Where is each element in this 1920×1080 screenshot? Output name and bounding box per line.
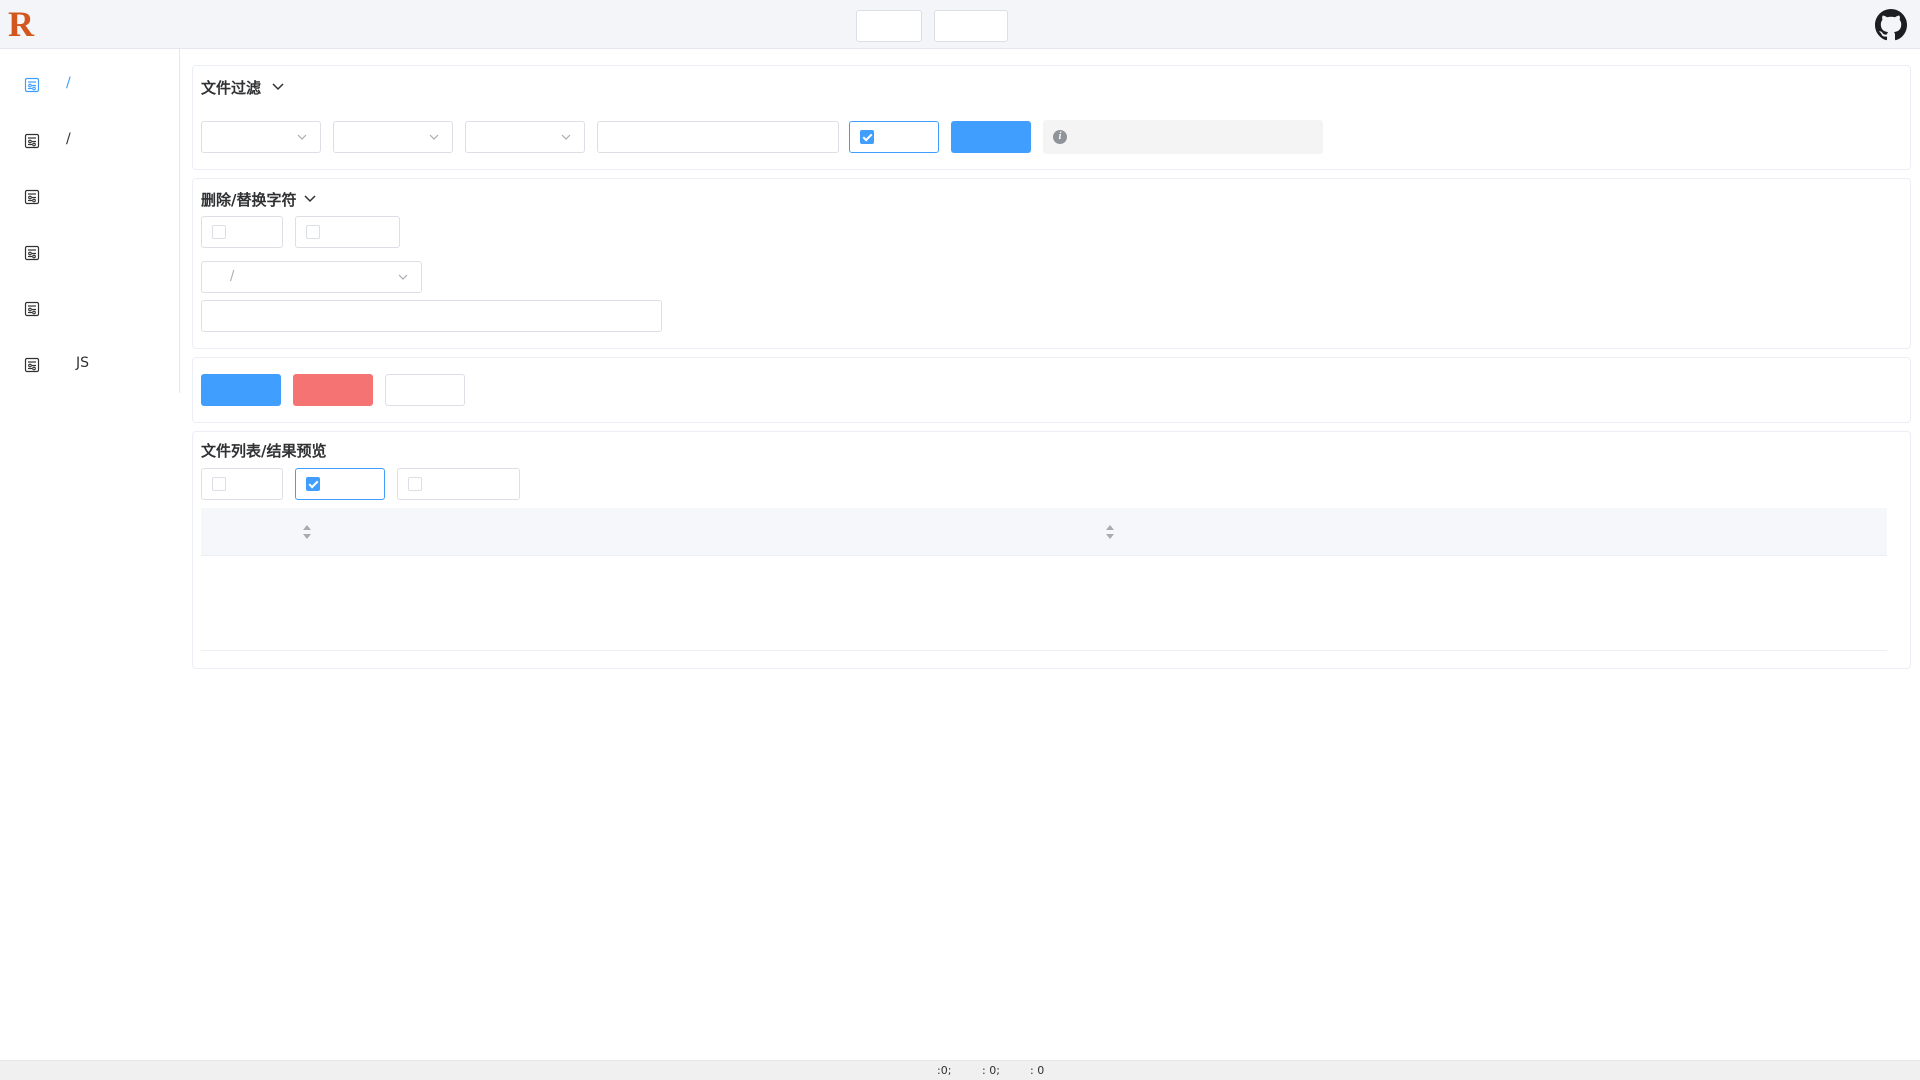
- status-stat-3: : 0: [1030, 1064, 1045, 1077]
- checkbox-icon: [212, 225, 226, 239]
- sidebar-item-6[interactable]: JS: [0, 344, 178, 384]
- status-stat-1: :0;: [937, 1064, 952, 1077]
- app-logo[interactable]: R: [8, 2, 34, 46]
- sidebar: / / JS: [0, 49, 180, 393]
- chevron-down-icon: [398, 274, 408, 280]
- header-button-2[interactable]: [934, 10, 1008, 42]
- plain-action-button[interactable]: [385, 374, 465, 406]
- replace-mode-value: /: [230, 269, 235, 284]
- replace-mode-select[interactable]: /: [201, 261, 422, 293]
- table-bottom-border: [201, 650, 1887, 651]
- tool-icon: [24, 189, 40, 205]
- replace-card: 删除/替换字符 /: [192, 178, 1911, 349]
- chevron-down-icon: [297, 134, 307, 140]
- tool-icon: [24, 357, 40, 373]
- checkbox-icon: [306, 225, 320, 239]
- sidebar-item-label: JS: [76, 355, 90, 371]
- checkbox-checked-icon: [860, 130, 874, 144]
- chevron-down-icon: [429, 134, 439, 140]
- replace-title: 删除/替换字符: [201, 191, 297, 209]
- github-icon[interactable]: [1875, 9, 1907, 41]
- sidebar-item-3[interactable]: [0, 176, 178, 216]
- sidebar-item-1[interactable]: /: [0, 64, 178, 104]
- status-stat-2: : 0;: [982, 1064, 1000, 1077]
- filter-apply-button[interactable]: [951, 121, 1031, 153]
- filter-card: 文件过滤 i: [192, 65, 1911, 170]
- preview-checkbox-2[interactable]: [295, 468, 385, 500]
- sidebar-item-4[interactable]: [0, 232, 178, 272]
- primary-action-button[interactable]: [201, 374, 281, 406]
- actions-card: [192, 357, 1911, 423]
- tool-icon: [24, 301, 40, 317]
- replace-checkbox-1[interactable]: [201, 216, 283, 248]
- preview-checkbox-1[interactable]: [201, 468, 283, 500]
- filter-select-1[interactable]: [201, 121, 321, 153]
- preview-title: 文件列表/结果预览: [201, 442, 327, 460]
- replace-input[interactable]: [201, 300, 662, 332]
- filter-checkbox[interactable]: [849, 121, 939, 153]
- filter-input[interactable]: [597, 121, 839, 153]
- sidebar-item-5[interactable]: [0, 288, 178, 328]
- status-bar: :0; : 0; : 0: [0, 1060, 1920, 1080]
- replace-checkbox-2[interactable]: [295, 216, 400, 248]
- tool-icon: [24, 77, 40, 93]
- filter-info-bar: i: [1043, 120, 1323, 154]
- filter-select-3[interactable]: [465, 121, 585, 153]
- sort-icon[interactable]: [302, 523, 312, 541]
- chevron-down-icon[interactable]: [270, 78, 286, 94]
- chevron-down-icon: [561, 134, 571, 140]
- table-header: [201, 508, 1887, 556]
- sidebar-item-label: /: [66, 75, 71, 91]
- top-header: R: [0, 0, 1920, 49]
- checkbox-icon: [408, 477, 422, 491]
- info-icon: i: [1053, 130, 1067, 144]
- header-button-1[interactable]: [856, 10, 922, 42]
- filter-title: 文件过滤: [201, 79, 262, 97]
- filter-select-2[interactable]: [333, 121, 453, 153]
- sidebar-item-label: /: [66, 131, 71, 147]
- sidebar-item-2[interactable]: /: [0, 120, 178, 160]
- tool-icon: [24, 245, 40, 261]
- preview-checkbox-3[interactable]: [397, 468, 520, 500]
- tool-icon: [24, 133, 40, 149]
- chevron-down-icon[interactable]: [302, 190, 318, 206]
- preview-card: 文件列表/结果预览: [192, 431, 1911, 669]
- checkbox-checked-icon: [306, 477, 320, 491]
- danger-action-button[interactable]: [293, 374, 373, 406]
- checkbox-icon: [212, 477, 226, 491]
- sort-icon[interactable]: [1105, 523, 1115, 541]
